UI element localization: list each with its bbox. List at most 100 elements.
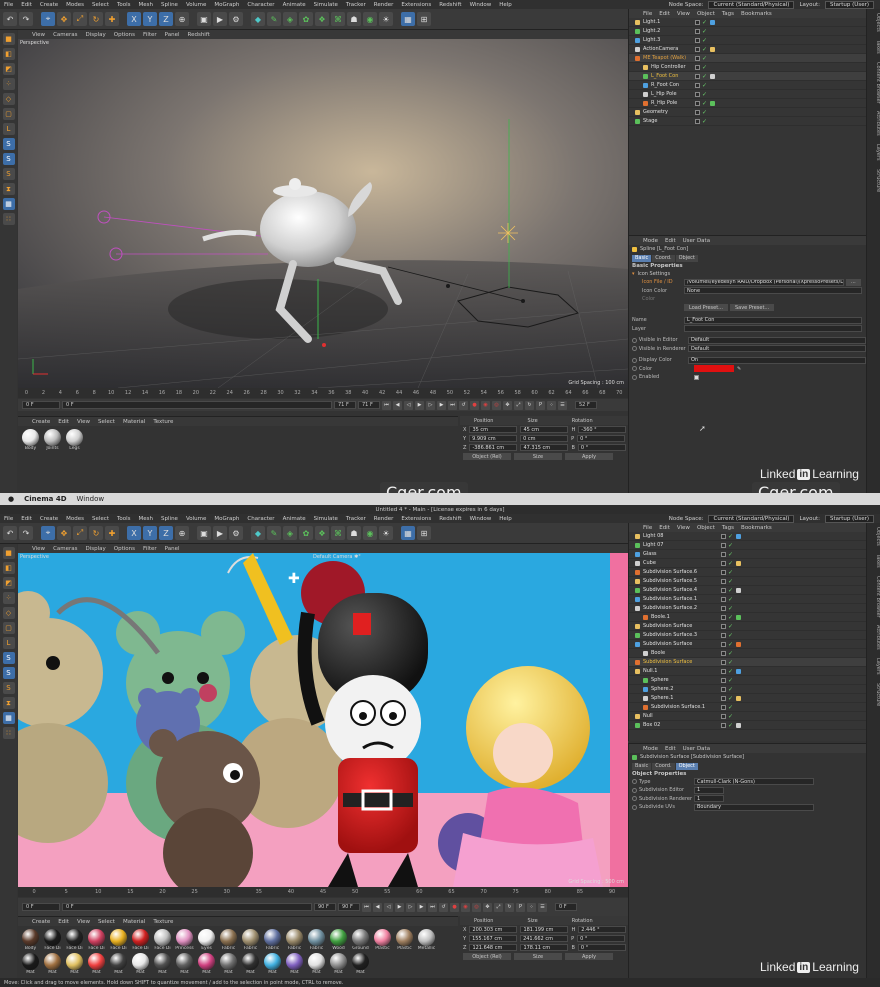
apple-icon[interactable]: ● (8, 495, 14, 503)
enabled-check-icon[interactable]: ✓ (728, 686, 733, 693)
menu-create[interactable]: Create (40, 2, 58, 8)
object-name[interactable]: Subdivision Surface.2 (643, 605, 697, 611)
attr-menu-user-data[interactable]: User Data (683, 238, 710, 244)
menu-render[interactable]: Render (374, 516, 394, 522)
menu-edit[interactable]: Edit (21, 2, 32, 8)
object-name[interactable]: Sphere (651, 677, 669, 683)
workplane-icon[interactable]: S (2, 168, 15, 180)
cloner-icon[interactable]: ❖ (315, 526, 329, 540)
viewport-menu-view[interactable]: View (32, 546, 45, 552)
menu-tracker[interactable]: Tracker (346, 2, 366, 8)
viewport-menu-cameras[interactable]: Cameras (53, 32, 77, 38)
subdivision-surface-icon[interactable]: ◈ (283, 12, 297, 26)
render-picture-viewer-icon[interactable]: ▶ (213, 526, 227, 540)
material-ball[interactable] (110, 929, 127, 946)
object-row[interactable]: Geometry ✓ (629, 108, 866, 117)
material-ball[interactable] (286, 929, 303, 946)
object-menu-file[interactable]: File (643, 11, 652, 17)
pla-icon[interactable]: ⁘ (527, 902, 536, 912)
object-name[interactable]: Subdivision Surface (643, 641, 692, 647)
rotation-field[interactable]: 0 ° (577, 444, 626, 451)
param-icon[interactable]: P (536, 400, 545, 410)
spline-pen-icon[interactable]: ✎ (267, 526, 281, 540)
size-field[interactable]: 181.199 cm (520, 926, 569, 933)
attr-menu-user-data[interactable]: User Data (683, 746, 710, 752)
object-row[interactable]: Hip Controller ✓ (629, 63, 866, 72)
menu-extensions[interactable]: Extensions (401, 2, 431, 8)
object-row[interactable]: Subdivision Surface.3 ✓ (629, 631, 866, 640)
position-field[interactable]: 155.167 cm (469, 935, 518, 942)
object-row[interactable]: Light.1 ✓ (629, 18, 866, 27)
model-mode-icon[interactable]: ◧ (2, 562, 15, 574)
object-name[interactable]: L_Foot Con (651, 73, 678, 79)
max-frame-field[interactable]: 71 F (358, 401, 380, 409)
menu-help[interactable]: Help (499, 516, 512, 522)
material-swatch[interactable]: Mat (197, 953, 216, 975)
object-row[interactable]: R_Foot Con ✓ (629, 81, 866, 90)
enabled-check-icon[interactable]: ✓ (728, 668, 733, 675)
material-ball[interactable] (110, 953, 127, 970)
object-row[interactable]: R_Hip Pole ✓ (629, 99, 866, 108)
side-tab-attributes[interactable]: Attributes (867, 107, 880, 140)
material-swatch[interactable]: Mat (351, 953, 370, 975)
play-icon[interactable]: ▶ (395, 902, 404, 912)
object-name[interactable]: Light.1 (643, 19, 660, 25)
material-ball[interactable] (22, 929, 39, 946)
material-menu-create[interactable]: Create (32, 919, 50, 925)
array-icon[interactable]: ✿ (299, 12, 313, 26)
enabled-check-icon[interactable]: ✓ (702, 109, 707, 116)
object-tag-icon[interactable] (736, 533, 742, 539)
material-ball[interactable] (264, 953, 281, 970)
attr-tab-object[interactable]: Object (675, 762, 698, 770)
material-ball[interactable] (242, 929, 259, 946)
position-field[interactable]: 35 cm (469, 426, 518, 433)
enabled-check-icon[interactable]: ✓ (702, 55, 707, 62)
material-swatch[interactable]: Fabric (219, 929, 238, 951)
object-tag-icon[interactable] (736, 695, 742, 701)
object-row[interactable]: Glass ✓ (629, 550, 866, 559)
object-menu-object[interactable]: Object (697, 11, 715, 17)
material-ball[interactable] (154, 953, 171, 970)
rotate-tool-icon[interactable]: ↻ (89, 12, 103, 26)
enabled-check-icon[interactable]: ✓ (728, 713, 733, 720)
material-swatch[interactable]: Fabric (241, 929, 260, 951)
material-menu-view[interactable]: View (77, 919, 90, 925)
object-name[interactable]: Null.1 (643, 668, 657, 674)
object-name[interactable]: R_Hip Pole (651, 100, 677, 106)
scene-icon[interactable]: ☗ (347, 12, 361, 26)
layer-checkbox[interactable] (721, 596, 726, 602)
viewport-menu-display[interactable]: Display (86, 32, 106, 38)
timeline-window-icon[interactable]: ☰ (538, 902, 547, 912)
material-swatch[interactable]: Face Di (109, 929, 128, 951)
render-view-icon[interactable]: ▣ (197, 526, 211, 540)
load-preset-button[interactable]: Load Preset... (684, 304, 728, 312)
x-axis-lock-icon[interactable]: X (127, 526, 141, 540)
layer-checkbox[interactable] (695, 37, 700, 43)
object-name[interactable]: Subdivision Surface.1 (643, 596, 697, 602)
material-ball[interactable] (330, 953, 347, 970)
y-axis-lock-icon[interactable]: Y (143, 526, 157, 540)
enabled-check-icon[interactable]: ✓ (702, 28, 707, 35)
light-star-icon[interactable] (498, 223, 518, 243)
layer-checkbox[interactable] (721, 704, 726, 710)
menu-character[interactable]: Character (247, 516, 274, 522)
coordinate-system-icon[interactable]: ⊕ (175, 12, 189, 26)
object-row[interactable]: Light.3 ✓ (629, 36, 866, 45)
layer-checkbox[interactable] (721, 650, 726, 656)
layout-select[interactable]: Startup (User) (825, 0, 874, 9)
menu-tools[interactable]: Tools (117, 2, 131, 8)
material-ball[interactable] (176, 929, 193, 946)
material-swatch[interactable]: Mat (109, 953, 128, 975)
object-tag-icon[interactable] (710, 100, 716, 106)
menu-spline[interactable]: Spline (161, 2, 178, 8)
object-name[interactable]: Geometry (643, 109, 668, 115)
end-frame-field[interactable]: 90 F (314, 903, 336, 911)
material-ball[interactable] (198, 929, 215, 946)
material-ball[interactable] (220, 929, 237, 946)
object-row[interactable]: Box 02 ✓ (629, 721, 866, 730)
object-row[interactable]: Light.2 ✓ (629, 27, 866, 36)
menu-character[interactable]: Character (247, 2, 274, 8)
object-menu-tags[interactable]: Tags (722, 11, 734, 17)
object-name[interactable]: Subdivision Surface.3 (643, 632, 697, 638)
top-viewport[interactable]: Perspective Grid Spacing : 100 cm (18, 39, 628, 388)
